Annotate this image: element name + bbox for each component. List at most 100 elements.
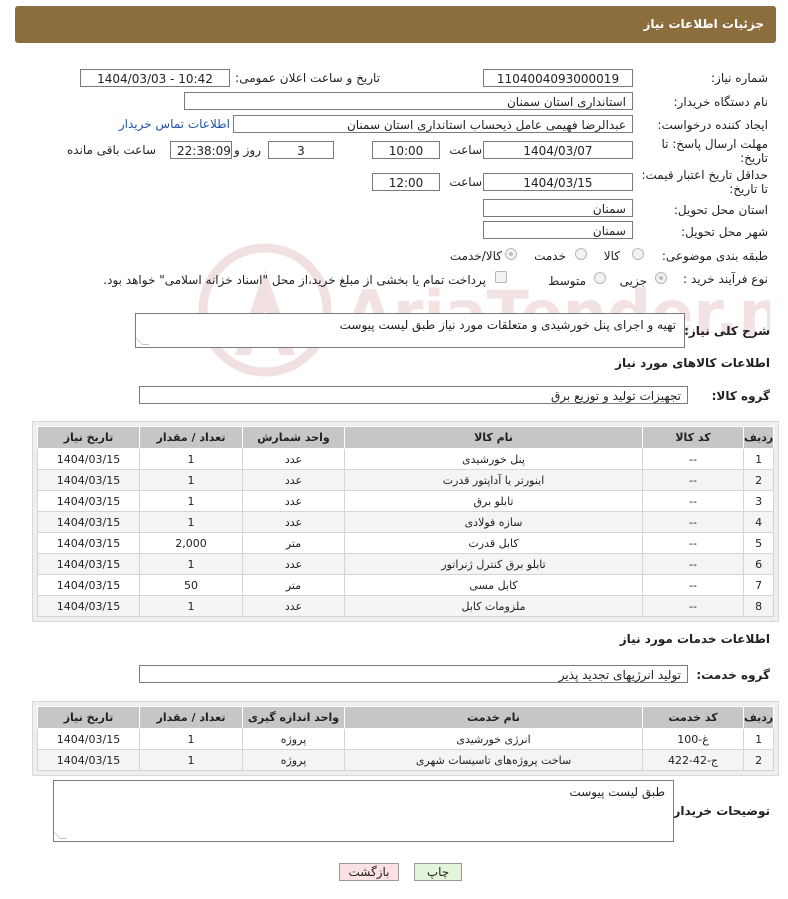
- need-number-field: 1104004093000019: [483, 69, 633, 87]
- announce-field: 1404/03/03 - 10:42: [80, 69, 230, 87]
- goods-cell-name: اینورتر یا آداپتور قدرت: [344, 469, 643, 491]
- goods-cell-need-date: 1404/03/15: [37, 532, 140, 554]
- category-option-service-radio[interactable]: [575, 248, 587, 260]
- creator-field: عبدالرضا فهیمی عامل ذیحساب استانداری است…: [233, 115, 633, 133]
- services-col-qty: تعداد / مقدار: [139, 706, 243, 729]
- category-option-service-label: خدمت: [534, 249, 566, 263]
- creator-label: ایجاد کننده درخواست:: [657, 118, 768, 132]
- services-cell-quantity: 1: [139, 728, 243, 750]
- process-option-minor-radio[interactable]: [655, 272, 667, 284]
- days-label: روز و: [234, 143, 261, 157]
- goods-col-code: کد کالا: [642, 426, 744, 449]
- goods-cell-unit: عدد: [242, 595, 345, 617]
- buyer-label: نام دستگاه خریدار:: [673, 95, 769, 109]
- goods-cell-code: --: [642, 574, 744, 596]
- goods-cell-code: --: [642, 490, 744, 512]
- goods-cell-quantity: 2,000: [139, 532, 243, 554]
- deadline-time-field: 10:00: [372, 141, 440, 159]
- buyer-notes-textarea: طبق لیست پیوست: [53, 780, 674, 842]
- deadline-label-2: تاریخ:: [740, 151, 768, 165]
- services-cell-name: انرژی خورشیدی: [344, 728, 643, 750]
- table-row: 1 -- پنل خورشیدی عدد 1 1404/03/15: [37, 448, 775, 470]
- goods-cell-code: --: [642, 469, 744, 491]
- goods-cell-quantity: 1: [139, 469, 243, 491]
- province-label: استان محل تحویل:: [673, 203, 768, 217]
- goods-table-wrap: ردیف کد کالا نام کالا واحد شمارش تعداد /…: [32, 421, 780, 622]
- goods-cell-unit: عدد: [242, 469, 345, 491]
- goods-cell-name: سازه فولادی: [344, 511, 643, 533]
- goods-cell-unit: عدد: [242, 448, 345, 470]
- table-row: 6 -- تابلو برق کنترل ژنراتور عدد 1 1404/03/15: [37, 553, 775, 575]
- goods-table: ردیف کد کالا نام کالا واحد شمارش تعداد /…: [37, 426, 775, 617]
- goods-cell-row-number: 3: [742, 490, 775, 512]
- back-button[interactable]: بازگشت: [339, 863, 399, 881]
- process-option-medium-radio[interactable]: [594, 272, 606, 284]
- resize-grip-icon[interactable]: [135, 338, 150, 345]
- page-title: جزئیات اطلاعات نیاز: [643, 17, 764, 31]
- goods-cell-code: --: [642, 511, 744, 533]
- goods-cell-quantity: 1: [139, 511, 243, 533]
- goods-group-label: گروه کالا:: [711, 389, 770, 403]
- goods-cell-unit: متر: [242, 532, 345, 554]
- services-cell-quantity: 1: [139, 749, 243, 771]
- services-cell-row-number: 1: [742, 728, 775, 750]
- remaining-label: ساعت باقی مانده: [66, 143, 156, 157]
- goods-cell-quantity: 50: [139, 574, 243, 596]
- services-cell-code: ج-42-422: [642, 749, 744, 771]
- price-time-field: 12:00: [372, 173, 440, 191]
- goods-cell-code: --: [642, 595, 744, 617]
- resize-grip-icon[interactable]: [53, 832, 68, 839]
- services-cell-need-date: 1404/03/15: [37, 728, 140, 750]
- goods-cell-name: کابل قدرت: [344, 532, 643, 554]
- price-time-label: ساعت: [449, 175, 482, 189]
- goods-cell-unit: عدد: [242, 490, 345, 512]
- contact-info-link[interactable]: اطلاعات تماس خریدار: [119, 117, 230, 131]
- goods-cell-quantity: 1: [139, 448, 243, 470]
- summary-textarea: تهیه و اجرای پنل خورشیدی و متعلقات مورد …: [135, 313, 685, 348]
- goods-cell-name: کابل مسی: [344, 574, 643, 596]
- process-option-medium-label: متوسط: [548, 274, 586, 288]
- services-section-title: اطلاعات خدمات مورد نیاز: [619, 632, 770, 646]
- goods-cell-unit: عدد: [242, 553, 345, 575]
- category-option-goods-radio[interactable]: [632, 248, 644, 260]
- goods-col-name: نام کالا: [344, 426, 643, 449]
- services-col-code: کد خدمت: [642, 706, 744, 729]
- buyer-notes-label: توضیحات خریدار:: [668, 804, 770, 818]
- goods-col-unit: واحد شمارش: [242, 426, 345, 449]
- services-col-name: نام خدمت: [344, 706, 643, 729]
- services-table-wrap: ردیف کد خدمت نام خدمت واحد اندازه گیری ت…: [32, 701, 780, 776]
- category-option-both-radio[interactable]: [505, 248, 517, 260]
- treasury-payment-note: پرداخت تمام یا بخشی از مبلغ خرید،از محل …: [103, 273, 486, 287]
- buyer-field: استانداری استان سمنان: [184, 92, 633, 110]
- goods-cell-need-date: 1404/03/15: [37, 490, 140, 512]
- remaining-time-field: 22:38:09: [170, 141, 232, 159]
- goods-section-title: اطلاعات کالاهای مورد نیاز: [615, 356, 770, 370]
- need-number-label: شماره نیاز:: [711, 71, 768, 85]
- goods-cell-quantity: 1: [139, 490, 243, 512]
- price-validity-label-2: تا تاریخ:: [729, 182, 768, 196]
- table-row: 1 غ-100 انرژی خورشیدی پروژه 1 1404/03/15: [37, 728, 775, 750]
- goods-cell-name: تابلو برق کنترل ژنراتور: [344, 553, 643, 575]
- table-row: 8 -- ملزومات کابل عدد 1 1404/03/15: [37, 595, 775, 617]
- services-cell-unit: پروژه: [242, 749, 345, 771]
- days-field: 3: [268, 141, 334, 159]
- services-col-date: تاریخ نیاز: [37, 706, 140, 729]
- goods-cell-row-number: 4: [742, 511, 775, 533]
- services-group-field: تولید انرژیهای تجدید پذیر: [139, 665, 688, 683]
- goods-cell-unit: متر: [242, 574, 345, 596]
- summary-label: شرح کلی نیاز:: [684, 324, 770, 338]
- province-field: سمنان: [483, 199, 633, 217]
- table-row: 2 -- اینورتر یا آداپتور قدرت عدد 1 1404/03/15: [37, 469, 775, 491]
- goods-cell-need-date: 1404/03/15: [37, 595, 140, 617]
- goods-cell-row-number: 8: [742, 595, 775, 617]
- print-button[interactable]: چاپ: [414, 863, 462, 881]
- city-label: شهر محل تحویل:: [681, 225, 768, 239]
- goods-col-date: تاریخ نیاز: [37, 426, 140, 449]
- goods-cell-row-number: 6: [742, 553, 775, 575]
- services-cell-name: ساخت پروژه‌های تاسیسات شهری: [344, 749, 643, 771]
- treasury-payment-checkbox[interactable]: [495, 271, 507, 283]
- table-row: 5 -- کابل قدرت متر 2,000 1404/03/15: [37, 532, 775, 554]
- goods-cell-row-number: 1: [742, 448, 775, 470]
- goods-cell-need-date: 1404/03/15: [37, 469, 140, 491]
- table-row: 3 -- تابلو برق عدد 1 1404/03/15: [37, 490, 775, 512]
